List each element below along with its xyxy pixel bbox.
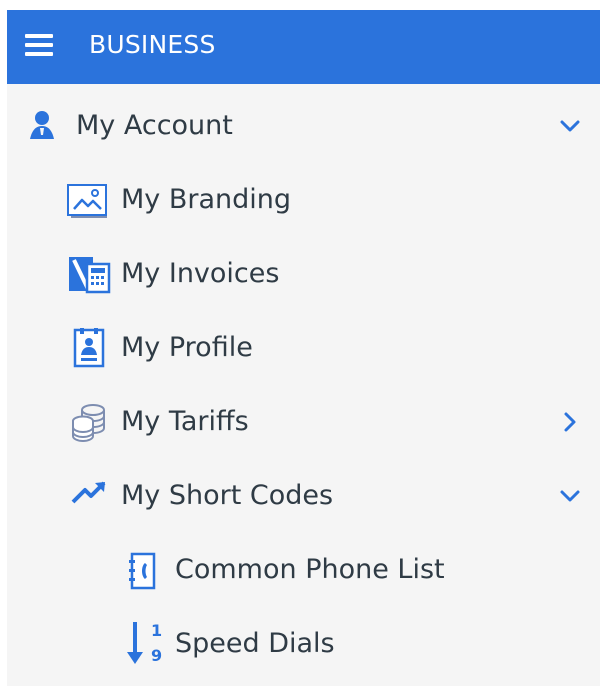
svg-text:9: 9 — [151, 646, 162, 665]
coins-icon — [68, 400, 110, 444]
sidebar-item-my-short-codes[interactable]: My Short Codes — [7, 464, 600, 528]
sidebar-item-label: My Short Codes — [121, 480, 334, 511]
sidebar-header: BUSINESS — [7, 10, 600, 84]
chevron-down-icon[interactable] — [558, 114, 582, 138]
user-icon — [24, 108, 60, 144]
sidebar-item-label: Speed Dials — [175, 628, 335, 659]
sidebar-item-common-phone-list[interactable]: Common Phone List — [7, 538, 600, 602]
sidebar-item-label: My Tariffs — [121, 406, 249, 437]
profile-card-icon — [70, 326, 108, 370]
sidebar-item-my-branding[interactable]: My Branding — [7, 168, 600, 232]
sidebar-item-label: Common Phone List — [175, 554, 445, 585]
chevron-down-icon[interactable] — [558, 484, 582, 508]
sidebar-title: BUSINESS — [89, 30, 216, 59]
sidebar-item-my-invoices[interactable]: My Invoices — [7, 242, 600, 306]
trend-icon — [70, 478, 110, 508]
sidebar-item-label: My Branding — [121, 184, 292, 215]
chevron-right-icon[interactable] — [558, 410, 582, 434]
sidebar-item-label: My Account — [76, 110, 233, 141]
sidebar-item-speed-dials[interactable]: 1 9 Speed Dials — [7, 612, 600, 676]
sidebar-item-my-profile[interactable]: My Profile — [7, 316, 600, 380]
sidebar-item-my-account[interactable]: My Account — [7, 94, 600, 158]
sidebar-item-label: My Invoices — [121, 258, 280, 289]
svg-text:1: 1 — [151, 621, 162, 640]
business-sidebar: BUSINESS My Account My Branding My Invoi… — [7, 10, 600, 686]
sort-numeric-icon: 1 9 — [123, 618, 165, 668]
sidebar-item-my-tariffs[interactable]: My Tariffs — [7, 390, 600, 454]
phone-book-icon — [127, 550, 159, 592]
image-icon — [66, 181, 114, 221]
invoice-calculator-icon — [66, 254, 114, 296]
hamburger-icon[interactable] — [25, 34, 53, 56]
sidebar-item-label: My Profile — [121, 332, 253, 363]
